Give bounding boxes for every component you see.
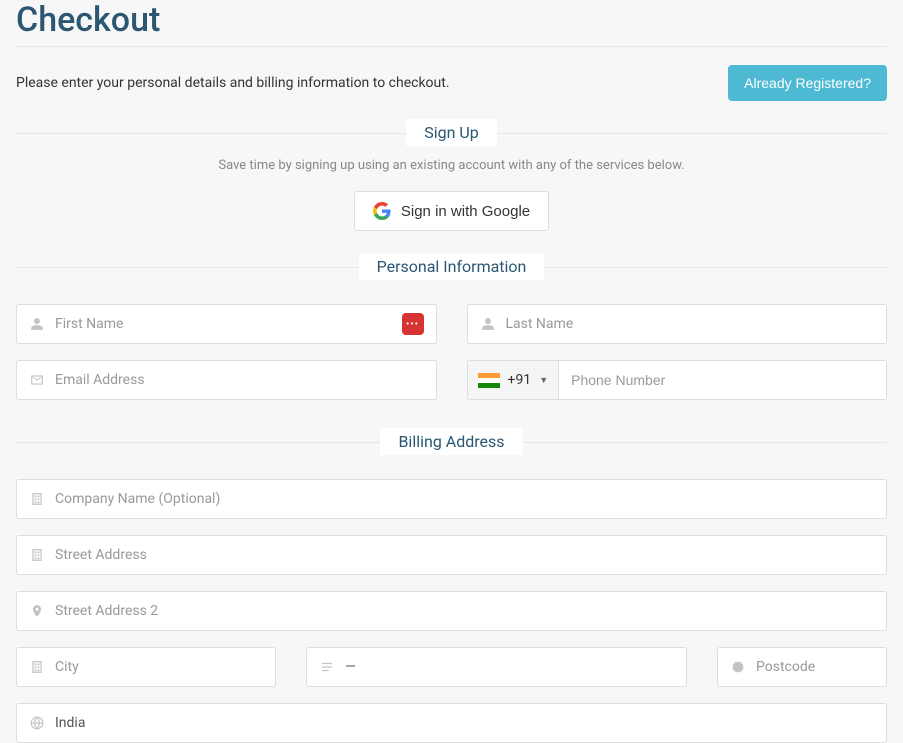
street1-field[interactable] [16, 535, 887, 575]
company-field[interactable] [16, 479, 887, 519]
phone-code: +91 [508, 372, 532, 388]
company-input[interactable] [55, 491, 874, 507]
street2-field[interactable] [16, 591, 887, 631]
subtitle-row: Please enter your personal details and b… [16, 47, 887, 119]
last-name-input[interactable] [506, 316, 875, 332]
street1-input[interactable] [55, 547, 874, 563]
street2-input[interactable] [55, 603, 874, 619]
chevron-down-icon: ▼ [539, 375, 548, 386]
signup-section-header: Sign Up [16, 119, 887, 146]
subtitle-text: Please enter your personal details and b… [16, 75, 450, 91]
last-name-field[interactable] [467, 304, 888, 344]
country-field[interactable]: India [16, 703, 887, 743]
postcode-field[interactable]: ••• [717, 647, 887, 687]
list-icon [319, 660, 335, 674]
billing-heading: Billing Address [380, 428, 522, 455]
personal-heading: Personal Information [359, 253, 545, 280]
globe-icon [29, 716, 45, 730]
page-title: Checkout [16, 0, 887, 40]
building-icon [29, 548, 45, 562]
signup-heading: Sign Up [406, 119, 497, 146]
state-field[interactable]: — [306, 647, 687, 687]
india-flag-icon [478, 373, 500, 388]
certificate-icon [730, 660, 746, 674]
email-field[interactable] [16, 360, 437, 400]
map-pin-icon [29, 604, 45, 618]
phone-field[interactable]: +91 ▼ [467, 360, 888, 400]
building-icon [29, 492, 45, 506]
person-icon [480, 317, 496, 331]
envelope-icon [29, 373, 45, 387]
social-signin-row: Sign in with Google [16, 191, 887, 231]
phone-country-selector[interactable]: +91 ▼ [468, 361, 560, 399]
google-signin-label: Sign in with Google [401, 203, 530, 220]
signup-help-text: Save time by signing up using an existin… [16, 158, 887, 173]
already-registered-button[interactable]: Already Registered? [728, 65, 887, 101]
building-icon [29, 660, 45, 674]
phone-input[interactable] [559, 361, 886, 399]
autofill-badge-icon[interactable]: ••• [402, 313, 424, 335]
google-icon [373, 202, 391, 220]
first-name-field[interactable]: ••• [16, 304, 437, 344]
first-name-input[interactable] [55, 316, 402, 332]
city-field[interactable] [16, 647, 276, 687]
country-value: India [55, 715, 874, 731]
billing-section-header: Billing Address [16, 428, 887, 455]
google-signin-button[interactable]: Sign in with Google [354, 191, 549, 231]
person-icon [29, 317, 45, 331]
email-input[interactable] [55, 372, 424, 388]
personal-section-header: Personal Information [16, 253, 887, 280]
